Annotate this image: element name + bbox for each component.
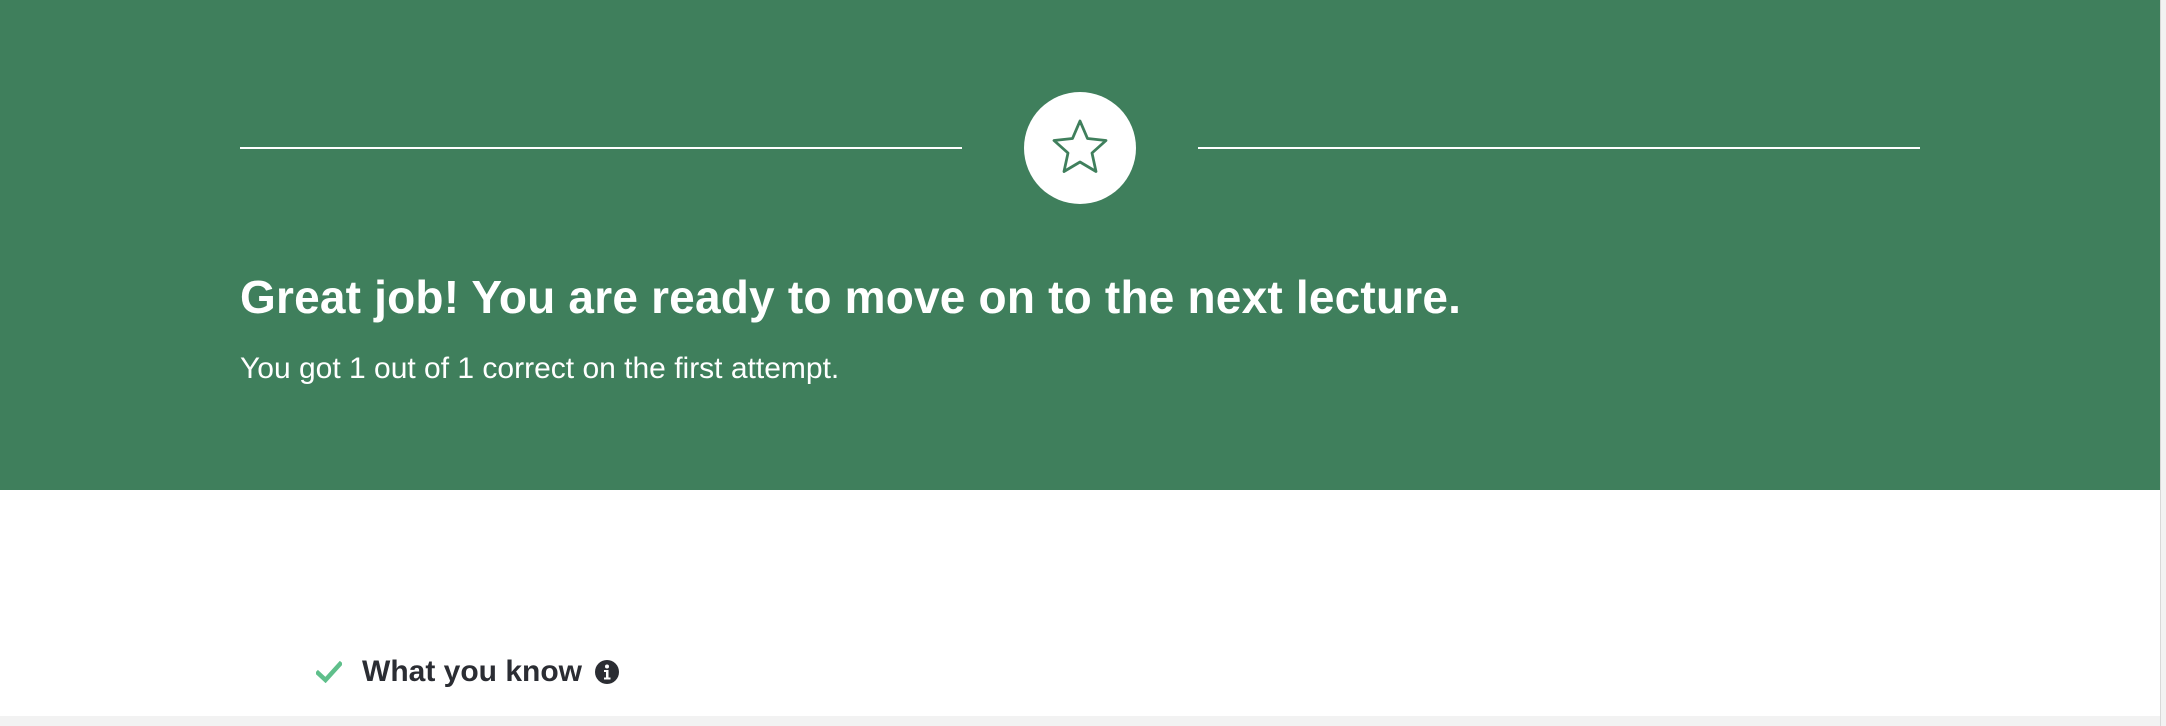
- left-divider: [240, 147, 962, 149]
- result-banner: Great job! You are ready to move on to t…: [0, 0, 2160, 490]
- star-icon: [1052, 119, 1108, 173]
- scrollbar-gutter: [2160, 0, 2166, 726]
- main-content: Great job! You are ready to move on to t…: [0, 0, 2160, 716]
- what-you-know-section: What you know: [316, 652, 620, 692]
- result-headline: Great job! You are ready to move on to t…: [240, 271, 1462, 323]
- info-icon[interactable]: [594, 659, 620, 685]
- quiz-result-page: Great job! You are ready to move on to t…: [0, 0, 2166, 726]
- what-you-know-heading: What you know: [362, 655, 582, 688]
- right-divider: [1198, 147, 1920, 149]
- gutter-border: [2160, 0, 2161, 726]
- result-score-text: You got 1 out of 1 correct on the first …: [240, 352, 840, 385]
- check-icon: [316, 661, 342, 683]
- star-badge: [1024, 92, 1136, 204]
